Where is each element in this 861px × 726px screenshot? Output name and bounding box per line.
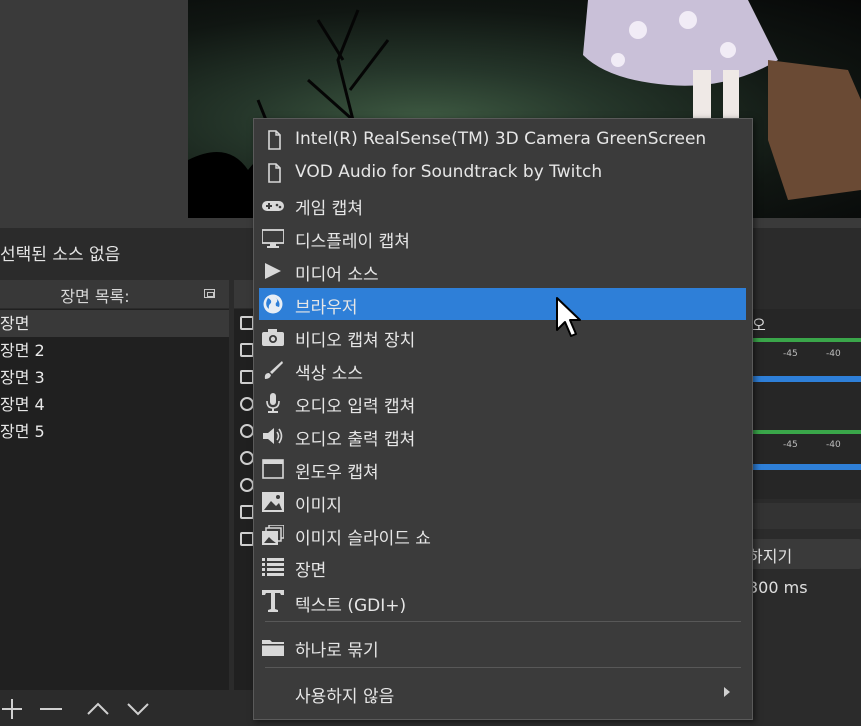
volume-slider[interactable] (752, 376, 861, 382)
volume-meter-bar (752, 430, 861, 434)
meter-tick: -40 (826, 349, 841, 359)
down-arrow-icon (127, 703, 149, 716)
menu-item-media-source[interactable]: 미디어 소스 (254, 255, 752, 287)
menu-item-label: 미디어 소스 (295, 265, 379, 285)
menu-item-label: 게임 캡쳐 (295, 199, 363, 219)
submenu-arrow-icon (724, 687, 730, 697)
mixer-channel-label: 오 (752, 316, 766, 334)
menu-separator (265, 621, 741, 622)
menu-item-label: 오디오 출력 캡쳐 (295, 430, 416, 450)
menu-item-video-capture[interactable]: 비디오 캡쳐 장치 (254, 321, 752, 353)
menu-item-text-gdi[interactable]: 텍스트 (GDI+) (254, 586, 752, 618)
menu-item-label: VOD Audio for Soundtrack by Twitch (295, 162, 603, 182)
folder-icon (262, 640, 284, 656)
microphone-icon (266, 393, 280, 413)
meter-tick: -45 (783, 440, 798, 450)
source-item-icon (240, 424, 254, 438)
scene-item-4[interactable]: 장면 4 (0, 391, 229, 418)
up-arrow-icon (87, 702, 109, 715)
menu-item-label: 비디오 캡쳐 장치 (295, 331, 416, 351)
source-item-icon (240, 451, 254, 465)
monitor-icon (262, 229, 284, 248)
volume-slider[interactable] (752, 464, 861, 470)
meter-tick: -40 (826, 440, 841, 450)
menu-item-group[interactable]: 하나로 묶기 (254, 631, 752, 663)
slideshow-icon (262, 525, 284, 545)
menu-item-label: 윈도우 캡쳐 (295, 463, 379, 483)
menu-item-label: 디스플레이 캡쳐 (295, 232, 410, 252)
menu-item-game-capture[interactable]: 게임 캡쳐 (254, 189, 752, 221)
menu-item-label: 사용하지 않음 (295, 687, 395, 707)
menu-item-label: 오디오 입력 캡쳐 (295, 397, 416, 417)
volume-meter-bar (752, 338, 861, 342)
menu-separator (265, 667, 741, 668)
mouse-cursor-icon (556, 297, 581, 337)
controls-bar (748, 503, 861, 529)
source-item-icon (240, 505, 254, 519)
menu-item-window-capture[interactable]: 윈도우 캡쳐 (254, 453, 752, 485)
menu-item-image-slideshow[interactable]: 이미지 슬라이드 쇼 (254, 519, 752, 551)
transition-duration[interactable]: 300 ms (748, 578, 808, 597)
brush-icon (264, 361, 283, 379)
menu-item-realsense[interactable]: Intel(R) RealSense(TM) 3D Camera GreenSc… (254, 124, 752, 156)
menu-item-display-capture[interactable]: 디스플레이 캡쳐 (254, 222, 752, 254)
undock-icon[interactable] (204, 289, 215, 298)
scene-item-1[interactable]: 장면 (0, 310, 229, 337)
menu-item-label: 하나로 묶기 (295, 641, 379, 661)
menu-item-label: 색상 소스 (295, 364, 363, 384)
list-icon (262, 558, 284, 576)
add-scene-icon (2, 699, 22, 719)
source-item-icon (240, 370, 254, 384)
image-icon (262, 492, 284, 512)
menu-item-browser[interactable]: 브라우저 (254, 288, 752, 320)
speaker-icon (263, 428, 283, 444)
menu-item-label: Intel(R) RealSense(TM) 3D Camera GreenSc… (295, 129, 707, 149)
scenes-dock-title: 장면 목록: (60, 287, 130, 306)
menu-item-audio-output[interactable]: 오디오 출력 캡쳐 (254, 420, 752, 452)
menu-item-label: 텍스트 (GDI+) (295, 596, 407, 616)
scene-item-5[interactable]: 장면 5 (0, 418, 229, 445)
file-icon (268, 130, 281, 150)
menu-item-scene[interactable]: 장면 (254, 551, 752, 583)
gamepad-icon (262, 201, 284, 211)
file-icon (268, 163, 281, 183)
source-item-icon (240, 316, 254, 330)
menu-item-label: 장면 (295, 561, 327, 581)
scene-list[interactable]: 장면 장면 2 장면 3 장면 4 장면 5 (0, 309, 229, 690)
text-icon (262, 590, 284, 612)
source-item-icon (240, 397, 254, 411)
menu-item-vod-audio[interactable]: VOD Audio for Soundtrack by Twitch (254, 157, 752, 189)
menu-item-label: 이미지 (295, 496, 342, 516)
no-source-selected-label: 선택된 소스 없음 (0, 245, 121, 265)
menu-item-deprecated[interactable]: 사용하지 않음 (254, 677, 752, 709)
scene-toolbar (0, 690, 229, 726)
transition-select-value: 하지기 (748, 547, 793, 566)
menu-item-label: 브라우저 (295, 298, 358, 318)
camera-icon (262, 329, 284, 346)
source-item-icon (240, 532, 254, 546)
scene-item-2[interactable]: 장면 2 (0, 337, 229, 364)
meter-tick: -45 (783, 349, 798, 359)
menu-item-audio-input[interactable]: 오디오 입력 캡쳐 (254, 387, 752, 419)
menu-item-color-source[interactable]: 색상 소스 (254, 354, 752, 386)
globe-icon (263, 294, 283, 314)
source-item-icon (240, 478, 254, 492)
menu-item-image[interactable]: 이미지 (254, 486, 752, 518)
scene-item-3[interactable]: 장면 3 (0, 364, 229, 391)
play-icon (265, 263, 281, 279)
window-icon (262, 459, 284, 479)
menu-item-label: 이미지 슬라이드 쇼 (295, 529, 431, 549)
source-item-icon (240, 343, 254, 357)
